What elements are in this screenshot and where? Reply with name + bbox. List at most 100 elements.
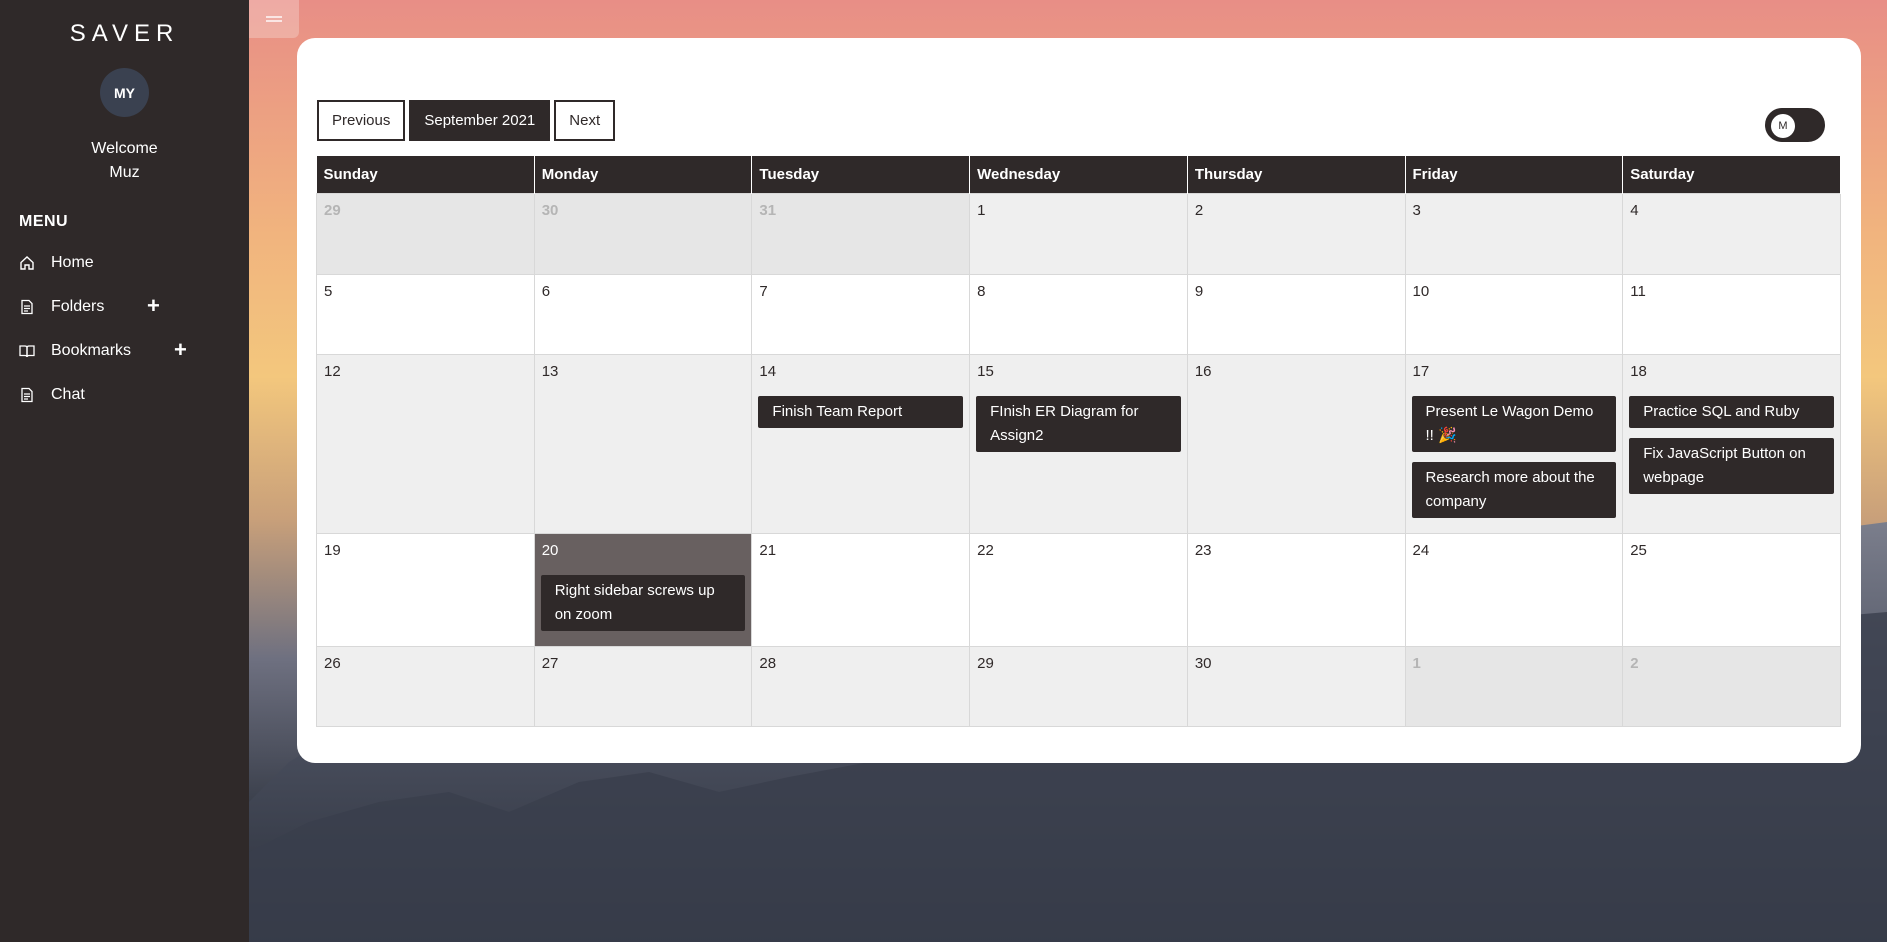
calendar-day-cell[interactable]: 3 <box>1404 192 1624 275</box>
day-number: 20 <box>541 541 559 559</box>
day-number: 16 <box>1194 362 1212 380</box>
menu-item-bookmarks[interactable]: Bookmarks + <box>0 329 249 373</box>
weekday-header: Friday <box>1405 156 1624 193</box>
calendar-day-cell[interactable]: 6 <box>533 273 753 355</box>
calendar-body: 29 30 31 1 2 3 4 5 6 7 8 9 10 11 12 13 14 Finish Team Rep… <box>316 192 1841 727</box>
calendar-card: Previous September 2021 Next M Sunday Mo… <box>297 38 1861 763</box>
calendar-day-cell[interactable]: 30 <box>533 192 753 275</box>
day-number: 3 <box>1412 201 1421 219</box>
day-number: 29 <box>324 201 341 219</box>
calendar-day-cell[interactable]: 26 <box>316 645 535 727</box>
calendar-day-cell[interactable]: 18 Practice SQL and Ruby Fix JavaScript Bu… <box>1622 353 1841 534</box>
theme-toggle-switch[interactable]: M <box>1765 108 1825 142</box>
calendar-day-cell[interactable]: 12 <box>316 353 535 534</box>
calendar-day-cell[interactable]: 1 <box>1404 645 1624 727</box>
day-number: 13 <box>541 362 559 380</box>
user-name: Muz <box>109 164 140 181</box>
calendar-day-cell[interactable]: 25 <box>1622 532 1841 647</box>
menu-item-chat[interactable]: Chat <box>0 373 249 417</box>
calendar-day-cell[interactable]: 8 <box>969 273 1188 355</box>
hamburger-icon <box>266 14 282 24</box>
next-month-button[interactable]: Next <box>554 100 616 141</box>
calendar-day-cell[interactable]: 22 <box>969 532 1188 647</box>
day-number: 8 <box>977 282 986 300</box>
calendar-day-cell[interactable]: 1 <box>969 192 1188 275</box>
weekday-header: Wednesday <box>969 156 1188 193</box>
calendar-day-cell[interactable]: 20 Right sidebar screws up on zoom <box>533 532 753 647</box>
main-area: Previous September 2021 Next M Sunday Mo… <box>249 0 1887 942</box>
weekday-header: Monday <box>534 156 753 193</box>
day-number: 26 <box>324 654 341 672</box>
calendar-grid: Sunday Monday Tuesday Wednesday Thursday… <box>316 156 1841 727</box>
weekday-header: Thursday <box>1187 156 1406 193</box>
calendar-day-cell[interactable]: 10 <box>1404 273 1624 355</box>
document-icon <box>19 299 35 315</box>
day-number: 9 <box>1194 282 1204 300</box>
calendar-event[interactable]: Right sidebar screws up on zoom <box>540 574 746 631</box>
day-number: 15 <box>977 362 994 380</box>
calendar-day-cell[interactable]: 2 <box>1186 192 1406 275</box>
add-folder-button[interactable]: + <box>147 295 160 317</box>
day-number: 2 <box>1630 654 1639 672</box>
day-number: 7 <box>759 282 768 300</box>
weekday-header: Tuesday <box>751 156 971 193</box>
day-number: 12 <box>324 362 341 380</box>
previous-month-button[interactable]: Previous <box>317 100 406 141</box>
menu-list: Home Folders + Bookmarks + Chat <box>0 241 249 417</box>
calendar-day-cell[interactable]: 5 <box>316 273 535 355</box>
calendar-day-cell[interactable]: 24 <box>1404 532 1624 647</box>
day-number: 30 <box>1194 654 1212 672</box>
calendar-event[interactable]: Practice SQL and Ruby <box>1629 395 1834 428</box>
sidebar-toggle-button[interactable] <box>249 0 299 38</box>
sidebar: SAVER MY Welcome Muz MENU Home Folders + <box>0 0 249 942</box>
day-number: 19 <box>324 541 341 559</box>
menu-item-label: Home <box>51 254 94 271</box>
welcome-message: Welcome Muz <box>0 137 249 185</box>
calendar-week-row: 29 30 31 1 2 3 4 <box>316 192 1841 275</box>
calendar-day-cell[interactable]: 31 <box>751 192 971 275</box>
calendar-event[interactable]: Research more about the company <box>1411 461 1617 518</box>
calendar-day-cell[interactable]: 14 Finish Team Report <box>751 353 971 534</box>
calendar-day-cell[interactable]: 4 <box>1622 192 1841 275</box>
calendar-day-cell[interactable]: 11 <box>1622 273 1841 355</box>
calendar-day-cell[interactable]: 15 FInish ER Diagram for Assign2 <box>969 353 1188 534</box>
calendar-day-cell[interactable]: 21 <box>751 532 971 647</box>
calendar-event[interactable]: Finish Team Report <box>758 395 964 428</box>
calendar-day-cell[interactable]: 23 <box>1186 532 1406 647</box>
day-number: 18 <box>1630 362 1647 380</box>
calendar-week-row: 19 20 Right sidebar screws up on zoom 21 22 2… <box>316 532 1841 647</box>
calendar-day-cell[interactable]: 17 Present Le Wagon Demo !! 🎉 Research mor… <box>1404 353 1624 534</box>
day-number: 22 <box>977 541 994 559</box>
calendar-day-cell[interactable]: 2 <box>1622 645 1841 727</box>
day-number: 5 <box>324 282 333 300</box>
calendar-day-cell[interactable]: 29 <box>316 192 535 275</box>
brand-logo[interactable]: SAVER <box>0 0 249 48</box>
calendar-event[interactable]: Fix JavaScript Button on webpage <box>1629 437 1834 494</box>
calendar-day-cell[interactable]: 13 <box>533 353 753 534</box>
day-number: 6 <box>541 282 551 300</box>
current-month-button[interactable]: September 2021 <box>409 100 551 141</box>
calendar-week-row: 5 6 7 8 9 10 11 <box>316 273 1841 355</box>
day-number: 14 <box>759 362 777 380</box>
calendar-day-cell[interactable]: 9 <box>1186 273 1406 355</box>
calendar-day-cell[interactable]: 16 <box>1186 353 1406 534</box>
calendar-day-cell[interactable]: 30 <box>1186 645 1406 727</box>
calendar-day-cell[interactable]: 27 <box>533 645 753 727</box>
calendar-nav: Previous September 2021 Next <box>317 100 616 141</box>
calendar-event[interactable]: Present Le Wagon Demo !! 🎉 <box>1411 395 1617 452</box>
avatar[interactable]: MY <box>100 68 149 117</box>
day-number: 23 <box>1194 541 1212 559</box>
add-bookmark-button[interactable]: + <box>174 339 187 361</box>
day-number: 29 <box>977 654 994 672</box>
calendar-event[interactable]: FInish ER Diagram for Assign2 <box>976 395 1181 452</box>
menu-item-home[interactable]: Home <box>0 241 249 285</box>
calendar-day-cell[interactable]: 28 <box>751 645 971 727</box>
calendar-day-cell[interactable]: 7 <box>751 273 971 355</box>
calendar-day-cell[interactable]: 19 <box>316 532 535 647</box>
day-number: 17 <box>1412 362 1430 380</box>
day-number: 11 <box>1630 282 1646 300</box>
weekday-header-row: Sunday Monday Tuesday Wednesday Thursday… <box>316 156 1841 193</box>
menu-item-folders[interactable]: Folders + <box>0 285 249 329</box>
calendar-day-cell[interactable]: 29 <box>969 645 1188 727</box>
day-number: 10 <box>1412 282 1430 300</box>
